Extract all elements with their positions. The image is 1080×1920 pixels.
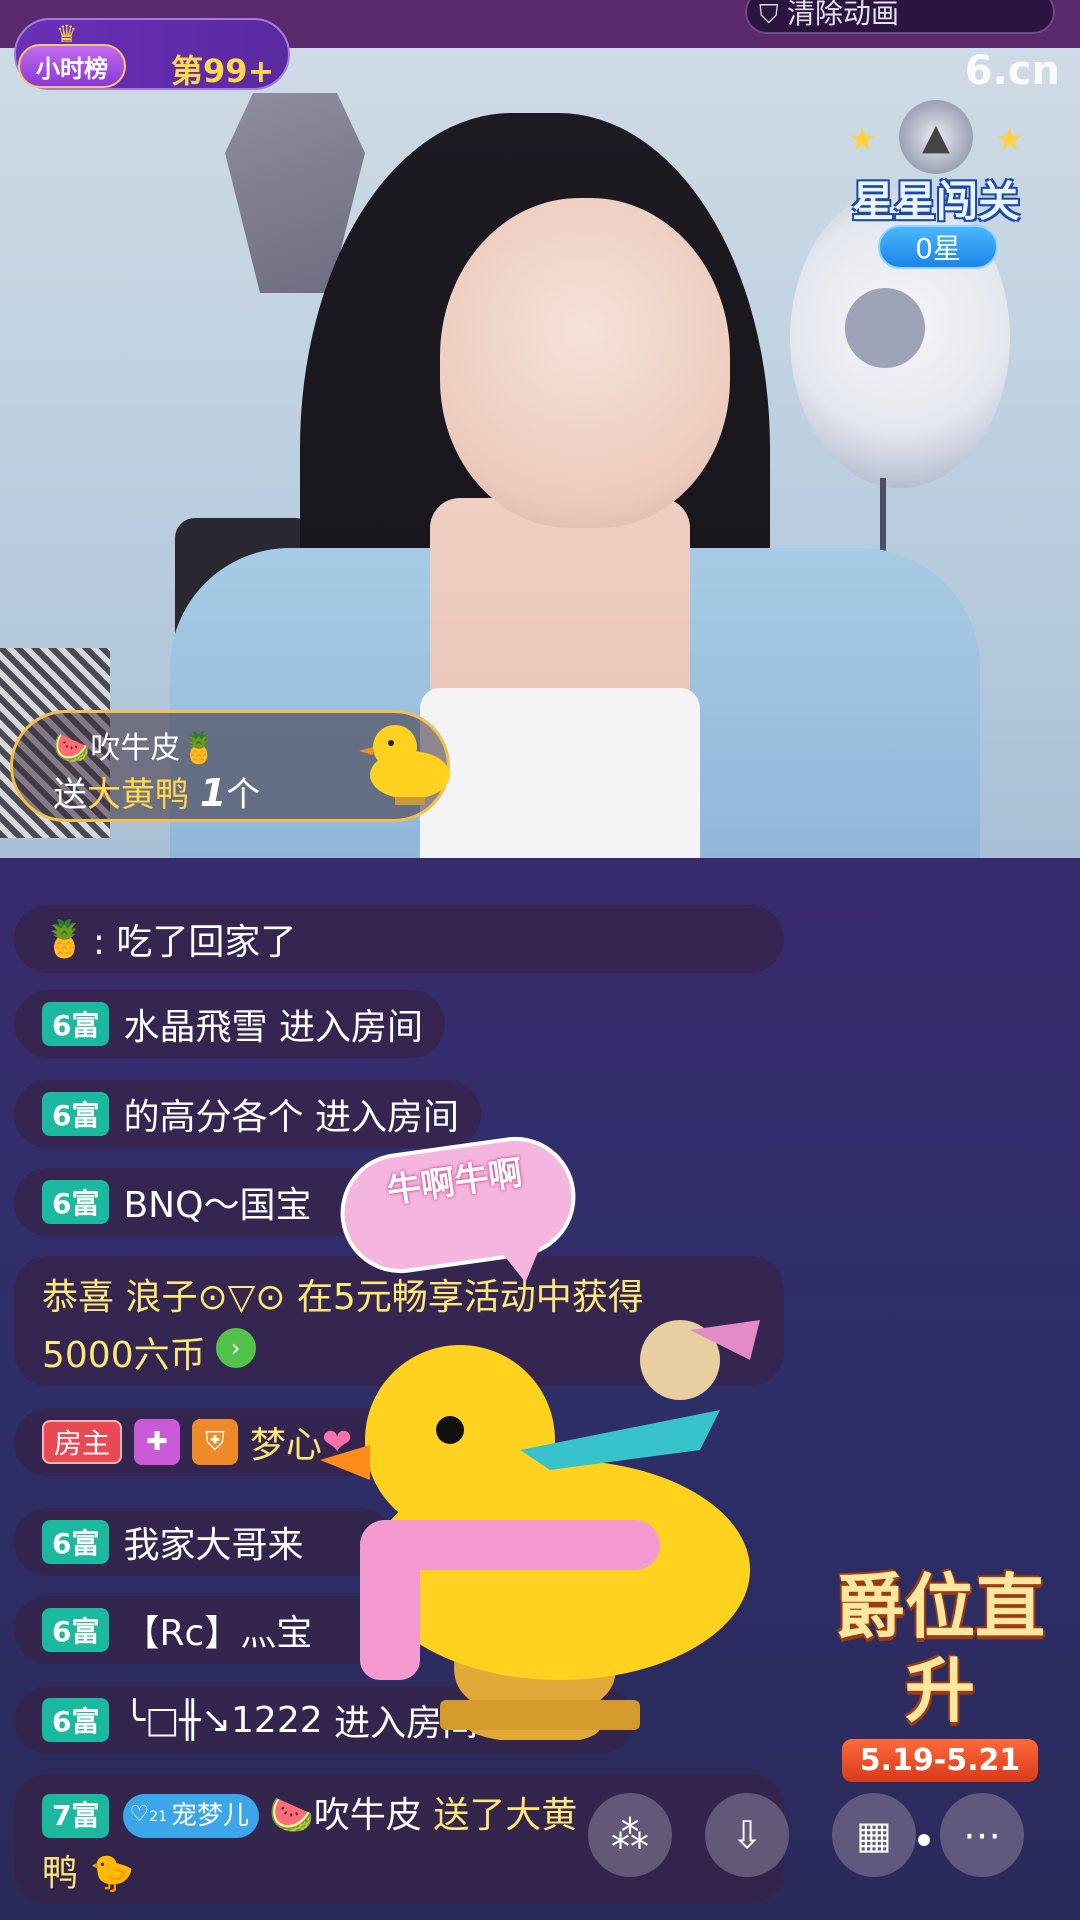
clear-animation-button[interactable]: ⛉ 清除动画 bbox=[745, 0, 1055, 34]
notification-dot bbox=[918, 1834, 930, 1846]
stars-decoration: ★ ★ bbox=[848, 120, 1024, 158]
shield-icon: ⛉ bbox=[759, 0, 779, 30]
hourly-rank-value: 第99+ bbox=[171, 52, 275, 90]
big-duck-animation bbox=[320, 1320, 760, 1740]
sparkle-icon: ⁂ bbox=[611, 1813, 649, 1857]
gift-sender: 🍉吹牛皮🍍 bbox=[53, 731, 218, 766]
chat-message: 🍍 : 吃了回家了 bbox=[14, 905, 784, 973]
gift-line: 送大黄鸭 1个 bbox=[53, 771, 261, 815]
more-button[interactable]: ⋯ bbox=[940, 1793, 1024, 1877]
grid-icon: ▦ bbox=[856, 1813, 892, 1857]
chat-user[interactable]: 的高分各个 bbox=[123, 1088, 303, 1140]
rich-level-badge: 7富 bbox=[42, 1794, 110, 1838]
chat-user[interactable]: 水晶飛雪 bbox=[123, 998, 267, 1050]
event-text: 恭喜 浪子⊙▽⊙ 在5元畅享活动中获得 bbox=[42, 1277, 644, 1318]
cross-badge-icon: ✚ bbox=[134, 1419, 181, 1465]
hourly-rank-pill[interactable]: ♛ 小时榜 第99+ bbox=[14, 18, 290, 90]
clear-animation-label: 清除动画 bbox=[787, 0, 900, 30]
pineapple-icon: 🍍 bbox=[180, 731, 218, 766]
streamer-face bbox=[440, 198, 730, 528]
rich-level-badge: 6富 bbox=[42, 1180, 110, 1224]
pineapple-icon: 🍍 bbox=[42, 919, 87, 960]
chevron-right-icon[interactable]: › bbox=[215, 1328, 256, 1368]
fan-badge: ♡21 宠梦儿 bbox=[123, 1794, 260, 1838]
promo-banner[interactable]: 爵位直升 5.19-5.21 bbox=[830, 1565, 1050, 1825]
chat-enter-row: 6富 水晶飛雪 进入房间 bbox=[14, 990, 445, 1058]
rich-level-badge: 6富 bbox=[42, 1092, 110, 1136]
effects-button[interactable]: ⁂ bbox=[588, 1793, 672, 1877]
chat-enter-row: 6富 的高分各个 进入房间 bbox=[14, 1080, 481, 1148]
fan-level-heart-icon: ♡21 bbox=[129, 1802, 168, 1827]
duck-gift-icon: 🐤 bbox=[89, 1853, 135, 1894]
download-icon: ⇩ bbox=[731, 1813, 763, 1857]
chat-user[interactable]: 【Rc】灬宝 bbox=[123, 1604, 312, 1656]
rich-level-badge: 6富 bbox=[42, 1520, 110, 1564]
shield-badge-icon: ⛨ bbox=[192, 1419, 239, 1465]
chat-user[interactable]: 我家大哥来 bbox=[123, 1516, 303, 1568]
download-button[interactable]: ⇩ bbox=[705, 1793, 789, 1877]
promo-title: 爵位直升 bbox=[835, 1566, 1045, 1732]
rich-level-badge: 6富 bbox=[42, 1608, 110, 1652]
site-watermark: 6.cn bbox=[964, 48, 1060, 94]
rich-level-badge: 6富 bbox=[42, 1002, 110, 1046]
star-challenge-title: 星星闯关 bbox=[851, 177, 1020, 226]
star-count-badge[interactable]: 0星 bbox=[878, 225, 998, 269]
watermelon-icon: 🍉 bbox=[269, 1795, 314, 1836]
chat-user[interactable]: 梦心 bbox=[250, 1416, 322, 1468]
chat-user[interactable]: 吹牛皮 bbox=[314, 1788, 422, 1844]
more-icon: ⋯ bbox=[963, 1813, 1001, 1857]
duck-gift-icon bbox=[359, 725, 450, 805]
watermelon-icon: 🍉 bbox=[53, 731, 91, 766]
grid-menu-button[interactable]: ▦ bbox=[832, 1793, 916, 1877]
event-reward: 5000六币 bbox=[42, 1335, 206, 1376]
lamp-bulb bbox=[845, 288, 925, 368]
star-challenge[interactable]: ★ ★ ▲ 星星闯关 bbox=[848, 100, 1024, 226]
host-badge: 房主 bbox=[42, 1420, 123, 1464]
rich-level-badge: 6富 bbox=[42, 1698, 110, 1742]
chat-user[interactable]: ╰□╫↘1222 bbox=[123, 1700, 322, 1741]
promo-dates: 5.19-5.21 bbox=[841, 1739, 1039, 1782]
hourly-rank-badge: 小时榜 bbox=[18, 44, 126, 88]
chat-enter-row: 6富 BNQ～国宝 bbox=[14, 1168, 394, 1236]
chat-user[interactable]: BNQ～国宝 bbox=[123, 1176, 311, 1228]
